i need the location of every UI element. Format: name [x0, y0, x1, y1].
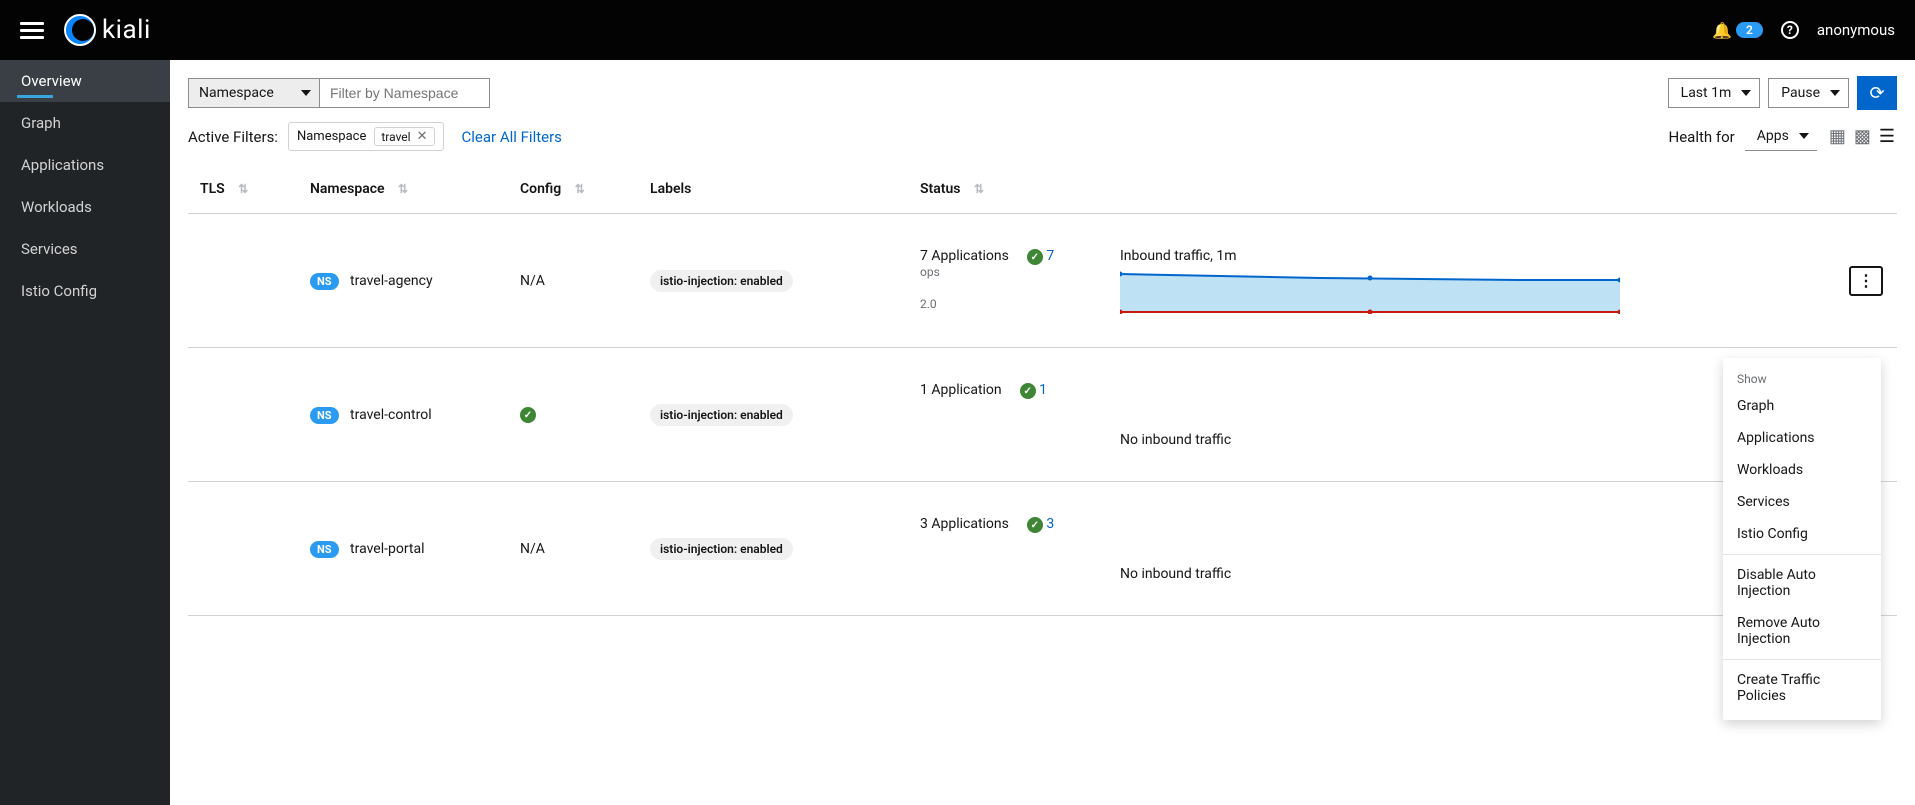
active-filters-label: Active Filters: — [188, 128, 278, 146]
status-ok-icon: ✓ — [1027, 249, 1043, 265]
sparkline-chart — [1120, 268, 1825, 314]
menu-section-label: Show — [1723, 366, 1881, 390]
help-icon[interactable]: ? — [1781, 21, 1799, 39]
sidebar-item-workloads[interactable]: Workloads — [0, 186, 170, 228]
filter-chip-value: travel — [381, 130, 410, 144]
inbound-traffic-label: Inbound traffic, 1m — [1120, 248, 1825, 264]
col-namespace[interactable]: Namespace — [310, 181, 385, 197]
label-pill: istio-injection: enabled — [650, 270, 793, 292]
kebab-icon: ⋮ — [1858, 271, 1874, 290]
view-list-icon[interactable]: ☰ — [1877, 124, 1897, 149]
clear-filters-link[interactable]: Clear All Filters — [462, 128, 562, 146]
namespace-name[interactable]: travel-control — [350, 407, 432, 423]
sidebar: Overview Graph Applications Workloads Se… — [0, 60, 170, 805]
time-range-select[interactable]: Last 1m — [1668, 78, 1761, 108]
row-actions-button[interactable]: ⋮ — [1849, 266, 1883, 296]
col-status[interactable]: Status — [920, 181, 960, 197]
caret-down-icon — [1741, 90, 1751, 96]
topbar: kiali 🔔 2 ? anonymous — [0, 0, 1915, 60]
ns-badge: NS — [310, 407, 339, 424]
menu-item-applications[interactable]: Applications — [1723, 422, 1881, 454]
sort-icon[interactable]: ⇅ — [398, 182, 408, 196]
filter-type-value: Namespace — [199, 85, 274, 101]
sort-icon[interactable]: ⇅ — [238, 182, 248, 196]
sidebar-item-overview[interactable]: Overview — [0, 60, 170, 102]
namespace-name[interactable]: travel-agency — [350, 273, 433, 289]
caret-down-icon — [301, 90, 311, 96]
table-row: NS travel-control ✓ istio-injection: ena… — [188, 348, 1897, 482]
main-content: Namespace Last 1m Pause ⟳ — [170, 60, 1915, 805]
app-logo[interactable]: kiali — [66, 15, 151, 45]
username[interactable]: anonymous — [1817, 21, 1895, 39]
ns-badge: NS — [310, 273, 339, 290]
apps-count-link[interactable]: 3 — [1046, 516, 1054, 532]
toolbar-primary: Namespace Last 1m Pause ⟳ — [170, 60, 1915, 116]
apps-count-link[interactable]: 1 — [1039, 382, 1047, 398]
status-ok-icon: ✓ — [1027, 517, 1043, 533]
health-for-select[interactable]: Apps — [1745, 122, 1817, 151]
menu-item-disable-injection[interactable]: Disable Auto Injection — [1723, 559, 1881, 607]
menu-toggle-icon[interactable] — [20, 18, 44, 43]
health-for-label: Health for — [1669, 128, 1735, 146]
table-row: NS travel-portal N/A istio-injection: en… — [188, 482, 1897, 616]
time-range-value: Last 1m — [1681, 85, 1732, 101]
pause-value: Pause — [1781, 85, 1820, 101]
no-traffic-label: No inbound traffic — [1120, 432, 1231, 448]
menu-item-graph[interactable]: Graph — [1723, 390, 1881, 422]
config-value: N/A — [520, 541, 545, 557]
namespace-name[interactable]: travel-portal — [350, 541, 424, 557]
kiali-logo-icon — [66, 15, 96, 45]
remove-chip-icon[interactable]: ✕ — [417, 129, 428, 144]
filter-chip-group-label: Namespace — [297, 129, 366, 144]
view-large-grid-icon[interactable]: ▦ — [1827, 124, 1848, 149]
app-name: kiali — [102, 15, 151, 45]
yaxis-tick: 2.0 — [920, 297, 1080, 311]
health-for-value: Apps — [1757, 128, 1789, 144]
no-traffic-label: No inbound traffic — [1120, 566, 1231, 582]
bell-icon: 🔔 — [1712, 21, 1732, 40]
caret-down-icon — [1830, 90, 1840, 96]
notifications-count: 2 — [1736, 22, 1763, 38]
menu-item-create-policies[interactable]: Create Traffic Policies — [1723, 664, 1881, 712]
sidebar-item-services[interactable]: Services — [0, 228, 170, 270]
col-tls[interactable]: TLS — [200, 181, 225, 197]
view-small-grid-icon[interactable]: ▩ — [1852, 124, 1873, 149]
menu-item-istio-config[interactable]: Istio Config — [1723, 518, 1881, 550]
config-value: N/A — [520, 273, 545, 289]
config-ok-icon: ✓ — [520, 407, 536, 423]
sidebar-item-applications[interactable]: Applications — [0, 144, 170, 186]
filter-input[interactable] — [320, 78, 490, 108]
label-pill: istio-injection: enabled — [650, 538, 793, 560]
sort-icon[interactable]: ⇅ — [974, 182, 984, 196]
table-row: NS travel-agency N/A istio-injection: en… — [188, 214, 1897, 348]
toolbar-filters: Active Filters: Namespace travel ✕ Clear… — [170, 116, 1915, 165]
apps-count-link[interactable]: 7 — [1046, 248, 1054, 264]
refresh-button[interactable]: ⟳ — [1857, 76, 1897, 110]
filter-type-select[interactable]: Namespace — [188, 78, 320, 108]
filter-chip: travel ✕ — [374, 127, 434, 146]
apps-label: 1 Application — [920, 382, 1002, 398]
pause-select[interactable]: Pause — [1768, 78, 1849, 108]
col-labels[interactable]: Labels — [650, 181, 691, 197]
overview-table: TLS ⇅ Namespace ⇅ Config ⇅ Labels — [188, 165, 1897, 616]
ops-label: ops — [920, 265, 1080, 279]
filter-chip-group: Namespace travel ✕ — [288, 122, 444, 151]
menu-item-workloads[interactable]: Workloads — [1723, 454, 1881, 486]
refresh-icon: ⟳ — [1869, 83, 1884, 104]
apps-label: 7 Applications — [920, 248, 1009, 264]
caret-down-icon — [1799, 133, 1809, 139]
ns-badge: NS — [310, 541, 339, 558]
apps-label: 3 Applications — [920, 516, 1009, 532]
menu-item-services[interactable]: Services — [1723, 486, 1881, 518]
sidebar-item-istio-config[interactable]: Istio Config — [0, 270, 170, 312]
label-pill: istio-injection: enabled — [650, 404, 793, 426]
col-config[interactable]: Config — [520, 181, 561, 197]
status-ok-icon: ✓ — [1020, 383, 1036, 399]
sidebar-item-graph[interactable]: Graph — [0, 102, 170, 144]
menu-item-remove-injection[interactable]: Remove Auto Injection — [1723, 607, 1881, 655]
sort-icon[interactable]: ⇅ — [575, 182, 585, 196]
row-actions-menu: Show Graph Applications Workloads Servic… — [1723, 358, 1881, 720]
notifications-button[interactable]: 🔔 2 — [1712, 21, 1763, 40]
